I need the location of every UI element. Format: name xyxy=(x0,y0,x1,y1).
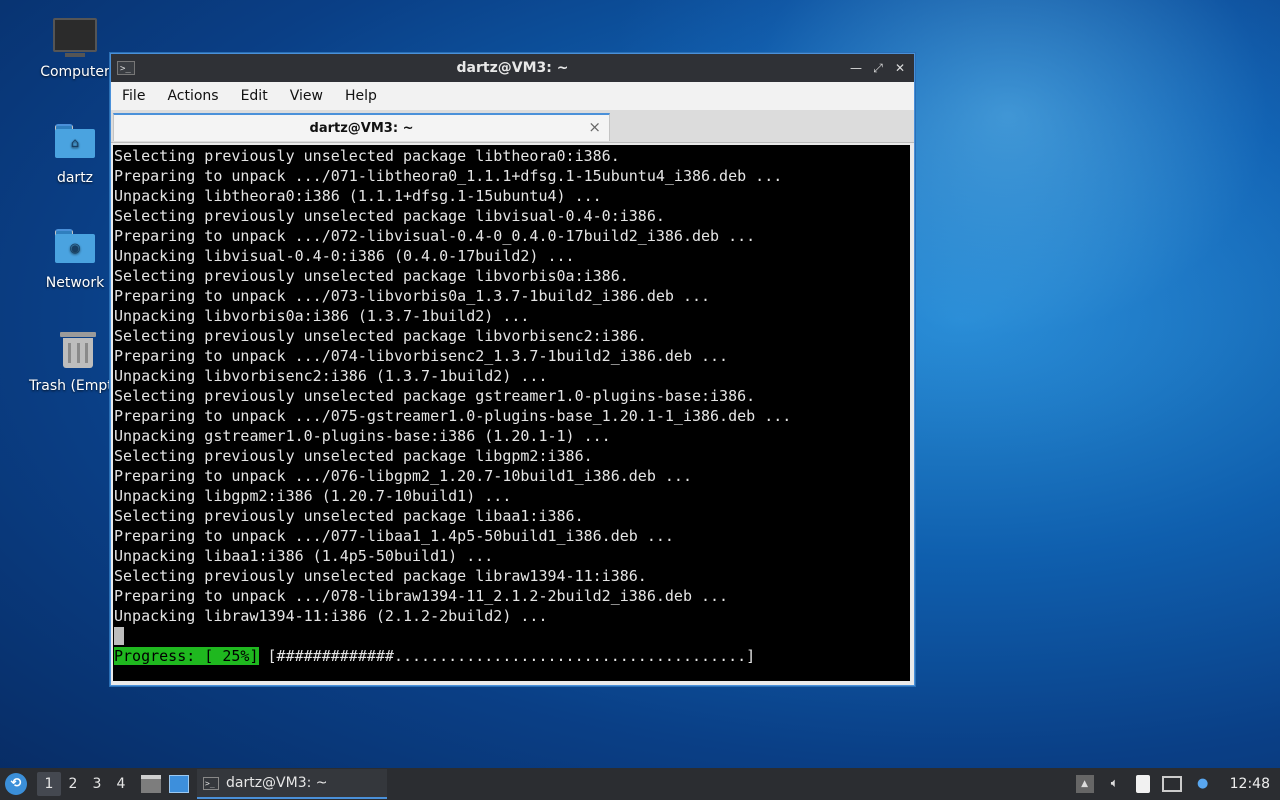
desktop-icon-label: dartz xyxy=(56,170,94,186)
terminal-line: Selecting previously unselected package … xyxy=(114,447,593,465)
terminal-line: Unpacking libvorbis0a:i386 (1.3.7-1build… xyxy=(114,307,530,325)
terminal-line: Unpacking libtheora0:i386 (1.1.1+dfsg.1-… xyxy=(114,187,602,205)
trash-icon xyxy=(56,332,100,372)
computer-icon xyxy=(53,18,97,58)
close-button[interactable]: ✕ xyxy=(892,60,908,76)
progress-line: Progress: [ 25%] [#############.........… xyxy=(113,646,910,666)
progress-bar: [#############..........................… xyxy=(258,647,756,665)
file-manager-icon[interactable] xyxy=(141,775,161,793)
menu-edit[interactable]: Edit xyxy=(230,88,279,104)
update-notifier-icon[interactable]: ● xyxy=(1194,775,1212,793)
network-icon[interactable] xyxy=(1161,776,1182,792)
terminal-line: Selecting previously unselected package … xyxy=(114,507,584,525)
workspace-switcher: 1 2 3 4 xyxy=(37,772,133,796)
desktop-icon-network[interactable]: ◉ Network xyxy=(27,229,123,291)
tab-bar: dartz@VM3: ~ × xyxy=(111,110,914,143)
terminal-line: Preparing to unpack .../073-libvorbis0a_… xyxy=(114,287,711,305)
volume-icon[interactable]: 🔈︎ xyxy=(1106,775,1124,793)
workspace-2[interactable]: 2 xyxy=(61,772,85,796)
menu-actions[interactable]: Actions xyxy=(156,88,229,104)
terminal-output[interactable]: Selecting previously unselected package … xyxy=(113,145,910,681)
terminal-lines: Selecting previously unselected package … xyxy=(113,145,910,626)
start-menu-icon[interactable]: ⟲ xyxy=(5,773,27,795)
terminal-line: Unpacking libvisual-0.4-0:i386 (0.4.0-17… xyxy=(114,247,575,265)
terminal-line: Preparing to unpack .../076-libgpm2_1.20… xyxy=(114,467,692,485)
workspace-1[interactable]: 1 xyxy=(37,772,61,796)
desktop-icon-label: Trash (Empty) xyxy=(29,378,110,394)
task-label: dartz@VM3: ~ xyxy=(226,775,328,791)
progress-label: Progress: [ 25%] xyxy=(114,647,259,665)
terminal-line: Unpacking gstreamer1.0-plugins-base:i386… xyxy=(114,427,611,445)
maximize-button[interactable]: ⤢ xyxy=(870,60,886,76)
terminal-line: Selecting previously unselected package … xyxy=(114,267,629,285)
taskbar-task-terminal[interactable]: >_ dartz@VM3: ~ xyxy=(197,769,387,799)
desktop-icon-trash[interactable]: Trash (Empty) xyxy=(22,332,110,394)
menubar: File Actions Edit View Help xyxy=(111,82,914,110)
terminal-line: Selecting previously unselected package … xyxy=(114,147,620,165)
terminal-line: Unpacking libraw1394-11:i386 (2.1.2-2bui… xyxy=(114,607,548,625)
menu-file[interactable]: File xyxy=(111,88,156,104)
desktop-icon-computer[interactable]: Computer xyxy=(27,18,123,80)
terminal-task-icon: >_ xyxy=(203,776,219,790)
terminal-line: Unpacking libaa1:i386 (1.4p5-50build1) .… xyxy=(114,547,494,565)
terminal-line: Preparing to unpack .../077-libaa1_1.4p5… xyxy=(114,527,674,545)
terminal-line: Preparing to unpack .../074-libvorbisenc… xyxy=(114,347,729,365)
terminal-line: Preparing to unpack .../071-libtheora0_1… xyxy=(114,167,783,185)
window-title: dartz@VM3: ~ xyxy=(456,60,569,76)
window-titlebar[interactable]: >_ dartz@VM3: ~ — ⤢ ✕ xyxy=(111,54,914,82)
terminal-line: Selecting previously unselected package … xyxy=(114,327,647,345)
terminal-cursor xyxy=(114,627,124,645)
terminal-line: Selecting previously unselected package … xyxy=(114,567,647,585)
tab-label: dartz@VM3: ~ xyxy=(309,121,414,136)
terminal-line: Preparing to unpack .../078-libraw1394-1… xyxy=(114,587,729,605)
menu-help[interactable]: Help xyxy=(334,88,388,104)
terminal-line: Unpacking libvorbisenc2:i386 (1.3.7-1bui… xyxy=(114,367,548,385)
tray-expand-icon[interactable]: ▲ xyxy=(1075,775,1094,793)
terminal-window: >_ dartz@VM3: ~ — ⤢ ✕ File Actions Edit … xyxy=(110,53,915,686)
system-tray: ▲ 🔈︎ ● 12:48 xyxy=(1075,775,1270,793)
terminal-line: Selecting previously unselected package … xyxy=(114,387,756,405)
terminal-line: Preparing to unpack .../075-gstreamer1.0… xyxy=(114,407,792,425)
show-desktop-icon[interactable] xyxy=(169,775,189,793)
desktop-icon-label: Computer xyxy=(40,64,110,80)
home-folder-icon: ⌂ xyxy=(53,124,97,164)
taskbar: ⟲ 1 2 3 4 >_ dartz@VM3: ~ ▲ 🔈︎ ● 12:48 xyxy=(0,768,1280,800)
terminal-line: Preparing to unpack .../072-libvisual-0.… xyxy=(114,227,756,245)
workspace-4[interactable]: 4 xyxy=(109,772,133,796)
tab-terminal[interactable]: dartz@VM3: ~ × xyxy=(113,113,610,141)
desktop-icon-home[interactable]: ⌂ dartz xyxy=(27,124,123,186)
clipboard-icon[interactable] xyxy=(1135,775,1150,793)
menu-view[interactable]: View xyxy=(279,88,334,104)
terminal-app-icon[interactable]: >_ xyxy=(117,61,135,75)
tab-close-icon[interactable]: × xyxy=(588,118,601,136)
workspace-3[interactable]: 3 xyxy=(85,772,109,796)
terminal-line: Unpacking libgpm2:i386 (1.20.7-10build1)… xyxy=(114,487,512,505)
minimize-button[interactable]: — xyxy=(848,60,864,76)
terminal-line: Selecting previously unselected package … xyxy=(114,207,665,225)
desktop-icon-label: Network xyxy=(45,275,105,291)
clock[interactable]: 12:48 xyxy=(1230,776,1270,792)
network-folder-icon: ◉ xyxy=(53,229,97,269)
